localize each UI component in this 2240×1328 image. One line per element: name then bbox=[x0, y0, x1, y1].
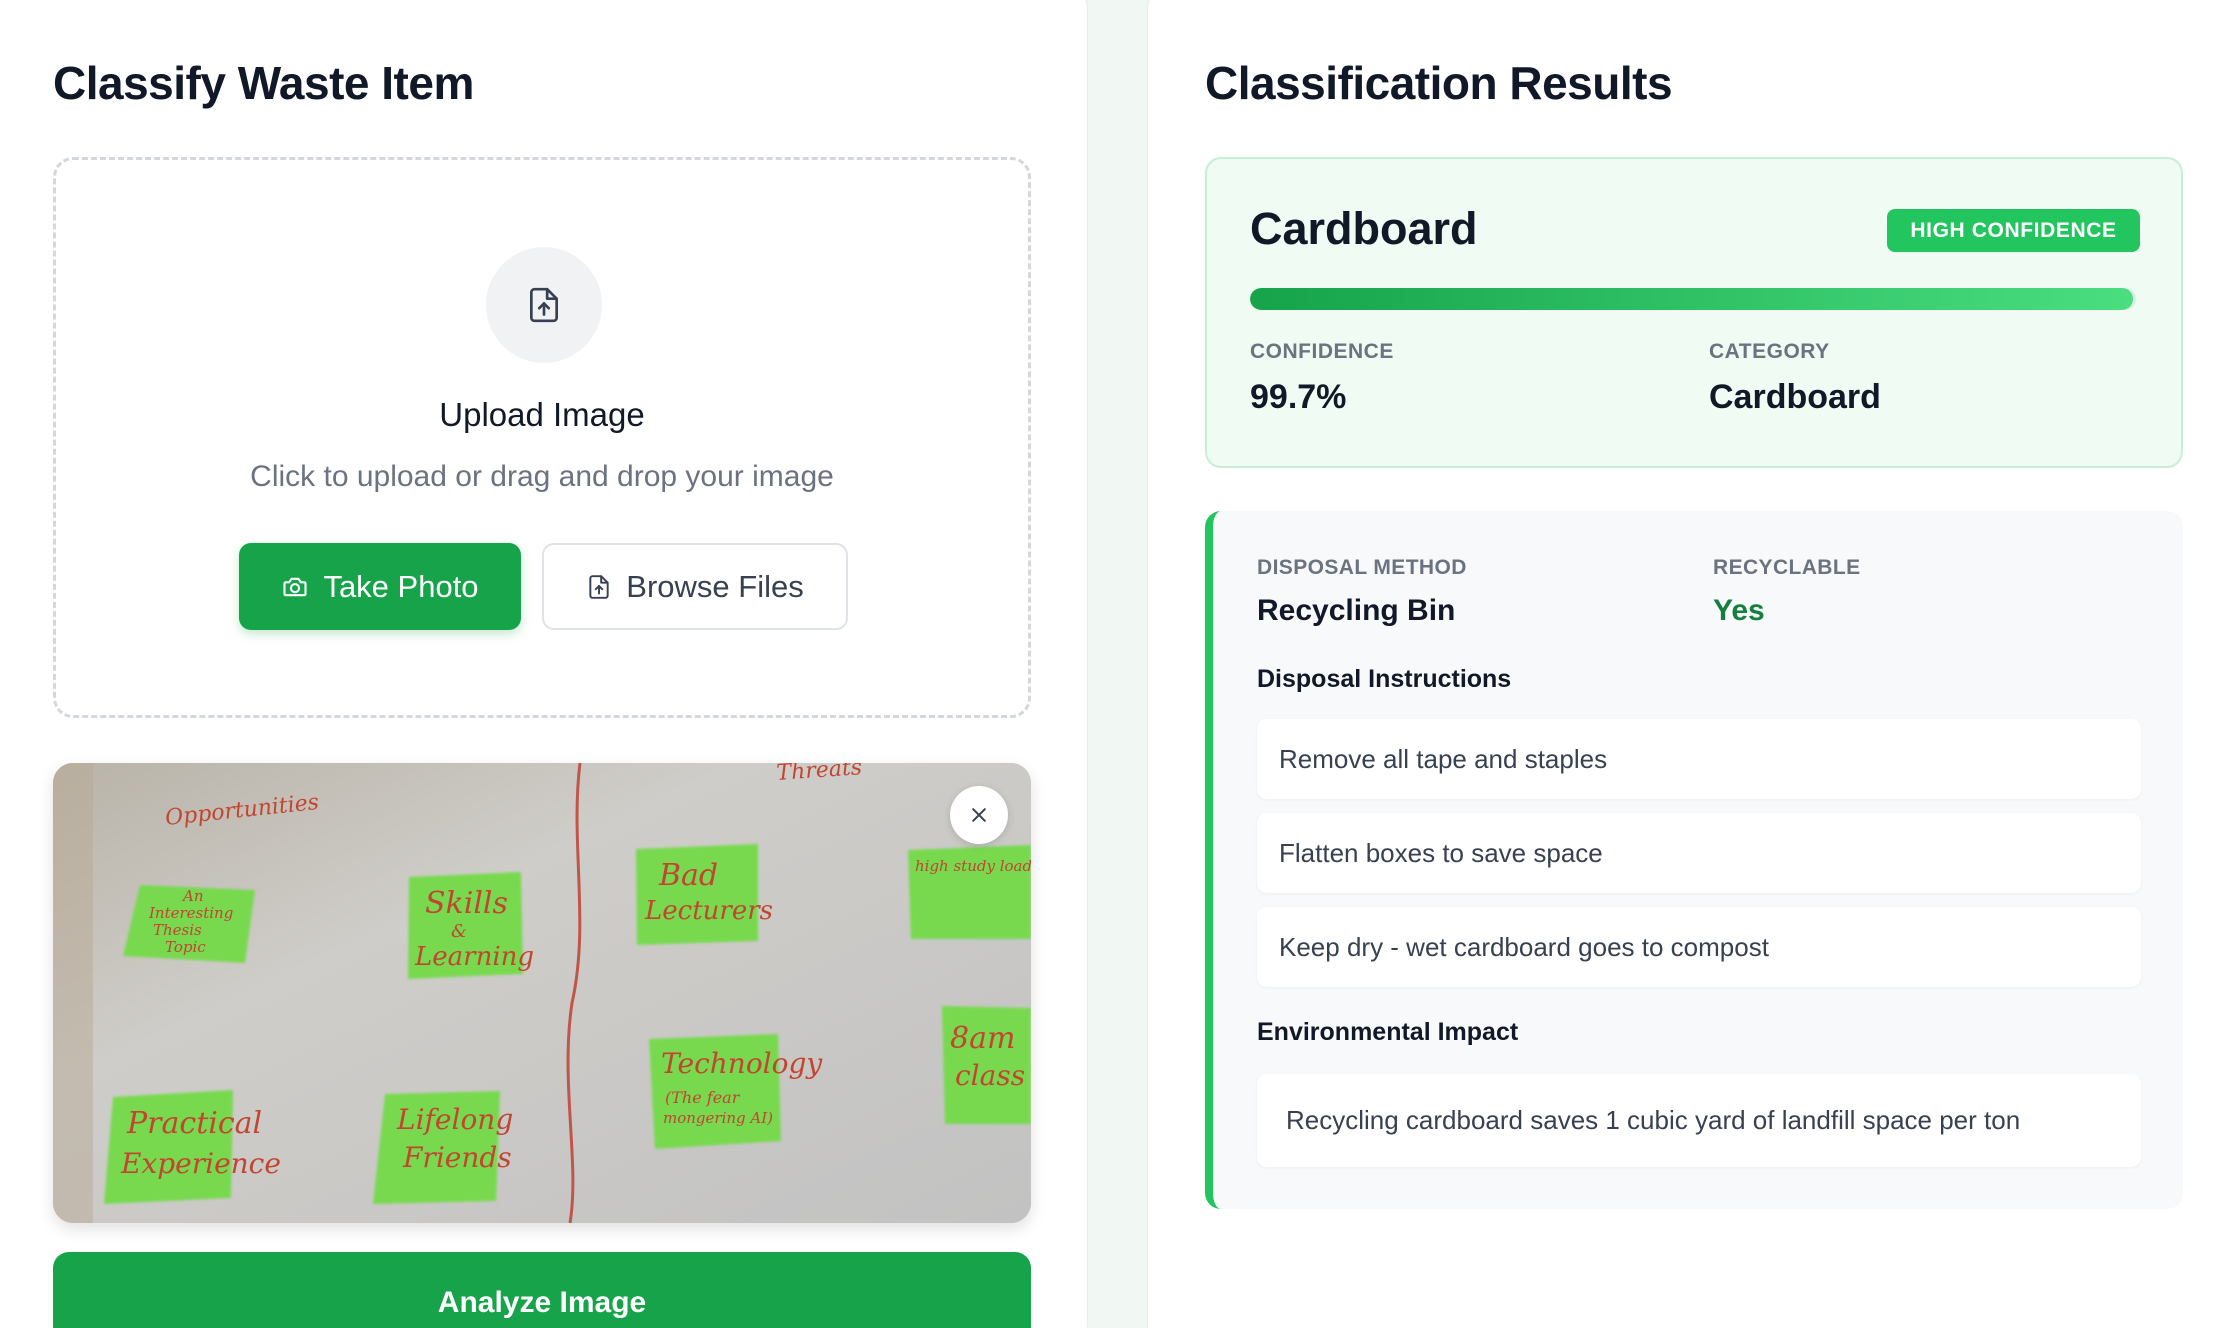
result-summary-card: Cardboard HIGH CONFIDENCE CONFIDENCE 99.… bbox=[1205, 157, 2183, 468]
instruction-item: Flatten boxes to save space bbox=[1257, 813, 2141, 893]
file-upload-icon bbox=[589, 574, 609, 599]
classify-title: Classify Waste Item bbox=[53, 57, 474, 109]
take-photo-label: Take Photo bbox=[323, 568, 479, 604]
svg-text:Bad: Bad bbox=[658, 858, 718, 893]
results-title: Classification Results bbox=[1205, 57, 1673, 109]
svg-text:high study load: high study load bbox=[915, 857, 1031, 875]
upload-dropzone[interactable]: Upload Image Click to upload or drag and… bbox=[53, 157, 1031, 718]
svg-text:Thesis: Thesis bbox=[153, 921, 202, 939]
upload-subtext: Click to upload or drag and drop your im… bbox=[250, 460, 834, 493]
disposal-details-card: DISPOSAL METHOD Recycling Bin RECYCLABLE… bbox=[1205, 511, 2183, 1209]
file-upload-icon bbox=[529, 287, 559, 323]
svg-text:Topic: Topic bbox=[165, 938, 206, 956]
image-preview: Opportunities Threats An Interesting The… bbox=[53, 763, 1031, 1223]
recyclable-label: RECYCLABLE bbox=[1713, 556, 1861, 579]
category-label: CATEGORY bbox=[1709, 340, 1830, 363]
recyclable-value: Yes bbox=[1713, 594, 1765, 627]
instruction-item: Remove all tape and staples bbox=[1257, 719, 2141, 799]
confidence-badge: HIGH CONFIDENCE bbox=[1887, 209, 2140, 252]
instruction-item: Keep dry - wet cardboard goes to compost bbox=[1257, 907, 2141, 987]
browse-files-button[interactable]: Browse Files bbox=[542, 543, 848, 630]
upload-heading: Upload Image bbox=[439, 396, 645, 433]
svg-text:class: class bbox=[955, 1059, 1025, 1092]
svg-text:Lecturers: Lecturers bbox=[644, 896, 773, 926]
svg-text:Interesting: Interesting bbox=[148, 904, 233, 922]
svg-text:Skills: Skills bbox=[425, 886, 508, 921]
confidence-label: CONFIDENCE bbox=[1250, 340, 1394, 363]
svg-text:An: An bbox=[181, 887, 204, 905]
svg-text:&: & bbox=[451, 921, 467, 942]
category-value: Cardboard bbox=[1709, 378, 1881, 416]
disposal-method-label: DISPOSAL METHOD bbox=[1257, 556, 1467, 579]
camera-icon bbox=[283, 577, 307, 596]
preview-photo: Opportunities Threats An Interesting The… bbox=[53, 763, 1031, 1223]
svg-text:8am: 8am bbox=[950, 1021, 1015, 1056]
confidence-value: 99.7% bbox=[1250, 378, 1347, 416]
upload-icon-circle bbox=[486, 247, 602, 363]
environmental-impact-heading: Environmental Impact bbox=[1257, 1018, 1519, 1046]
close-icon bbox=[972, 808, 986, 822]
take-photo-button[interactable]: Take Photo bbox=[239, 543, 521, 630]
analyze-image-button[interactable]: Analyze Image bbox=[53, 1252, 1031, 1328]
result-name: Cardboard bbox=[1250, 203, 1478, 254]
disposal-instructions-heading: Disposal Instructions bbox=[1257, 665, 1512, 693]
svg-text:Technology: Technology bbox=[661, 1047, 823, 1080]
environmental-impact-text: Recycling cardboard saves 1 cubic yard o… bbox=[1257, 1074, 2141, 1167]
confidence-bar bbox=[1250, 288, 2136, 310]
svg-text:Friends: Friends bbox=[402, 1141, 512, 1174]
svg-text:mongering AI): mongering AI) bbox=[663, 1109, 773, 1127]
svg-text:(The fear: (The fear bbox=[665, 1088, 741, 1107]
svg-text:Lifelong: Lifelong bbox=[396, 1103, 513, 1136]
svg-text:Learning: Learning bbox=[414, 942, 534, 972]
confidence-bar-fill bbox=[1250, 288, 2134, 310]
browse-files-label: Browse Files bbox=[626, 568, 804, 604]
remove-image-button[interactable] bbox=[950, 786, 1008, 844]
svg-text:Experience: Experience bbox=[120, 1147, 281, 1180]
disposal-method-value: Recycling Bin bbox=[1257, 594, 1456, 627]
svg-text:Practical: Practical bbox=[126, 1106, 262, 1141]
